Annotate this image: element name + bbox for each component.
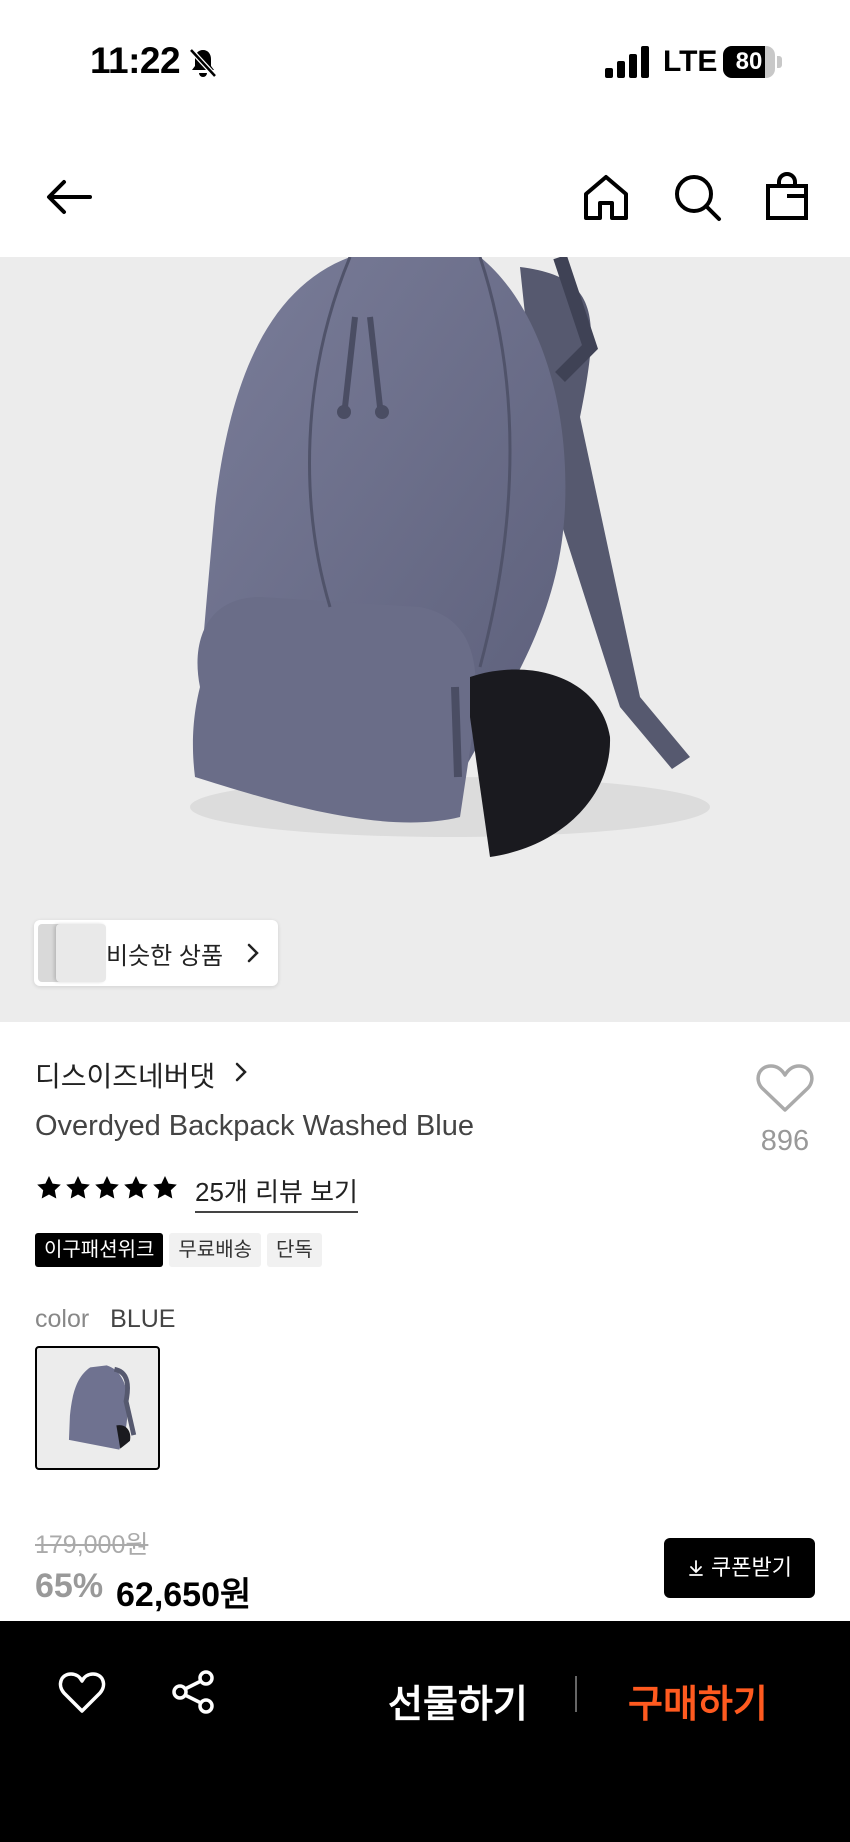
- product-image[interactable]: 비슷한 상품: [0, 257, 850, 1022]
- rating-stars: [35, 1174, 180, 1204]
- star-icon: [93, 1174, 121, 1202]
- review-link[interactable]: 25개 리뷰 보기: [195, 1172, 358, 1213]
- tag-list: 이구패션위크 무료배송 단독: [35, 1233, 328, 1267]
- like-count: 896: [760, 1125, 810, 1157]
- chevron-right-icon[interactable]: [228, 1058, 254, 1086]
- heart-icon[interactable]: [755, 1062, 815, 1114]
- bottom-action-bar: 선물하기 구매하기: [0, 1621, 850, 1842]
- search-icon[interactable]: [670, 170, 724, 224]
- original-price: 179,000원: [35, 1531, 149, 1559]
- share-icon[interactable]: [170, 1669, 216, 1715]
- product-title: Overdyed Backpack Washed Blue: [35, 1110, 474, 1142]
- bell-muted-icon: [186, 46, 220, 80]
- star-icon: [151, 1174, 179, 1202]
- coupon-button[interactable]: 쿠폰받기: [664, 1538, 815, 1598]
- star-icon: [35, 1174, 63, 1202]
- color-selector-label: color BLUE: [35, 1305, 175, 1334]
- status-bar: 11:22 LTE 80: [0, 0, 850, 120]
- heart-icon[interactable]: [58, 1671, 106, 1715]
- divider: [575, 1676, 577, 1712]
- similar-products-button[interactable]: 비슷한 상품: [34, 920, 278, 986]
- cellular-signal-icon: [605, 46, 649, 78]
- similar-products-label: 비슷한 상품: [106, 943, 224, 970]
- sale-price: 62,650원: [116, 1576, 252, 1614]
- shopping-bag-icon[interactable]: [760, 170, 814, 224]
- buy-button[interactable]: 구매하기: [628, 1673, 768, 1728]
- tag-badge: 무료배송: [169, 1233, 262, 1267]
- brand-link[interactable]: 디스이즈네버댓: [35, 1055, 215, 1095]
- network-type: LTE: [663, 45, 718, 78]
- backpack-image: [190, 257, 710, 857]
- chevron-right-icon: [238, 938, 268, 968]
- star-icon: [64, 1174, 92, 1202]
- battery-level: 80: [735, 48, 763, 75]
- color-value: BLUE: [110, 1305, 176, 1333]
- color-swatch-blue[interactable]: [35, 1346, 160, 1470]
- color-label: color: [35, 1305, 90, 1333]
- coupon-label: 쿠폰받기: [711, 1555, 792, 1580]
- tag-badge: 단독: [267, 1233, 322, 1267]
- discount-rate: 65%: [35, 1567, 104, 1605]
- back-arrow-icon[interactable]: [42, 170, 96, 224]
- gift-button[interactable]: 선물하기: [388, 1673, 528, 1728]
- similar-thumbnails: [34, 920, 112, 986]
- home-icon[interactable]: [579, 170, 633, 224]
- star-icon: [122, 1174, 150, 1202]
- tag-badge: 이구패션위크: [35, 1233, 164, 1267]
- top-nav: [0, 150, 850, 256]
- battery-icon: 80: [723, 46, 783, 78]
- status-time: 11:22: [90, 40, 181, 81]
- download-icon: [687, 1540, 705, 1576]
